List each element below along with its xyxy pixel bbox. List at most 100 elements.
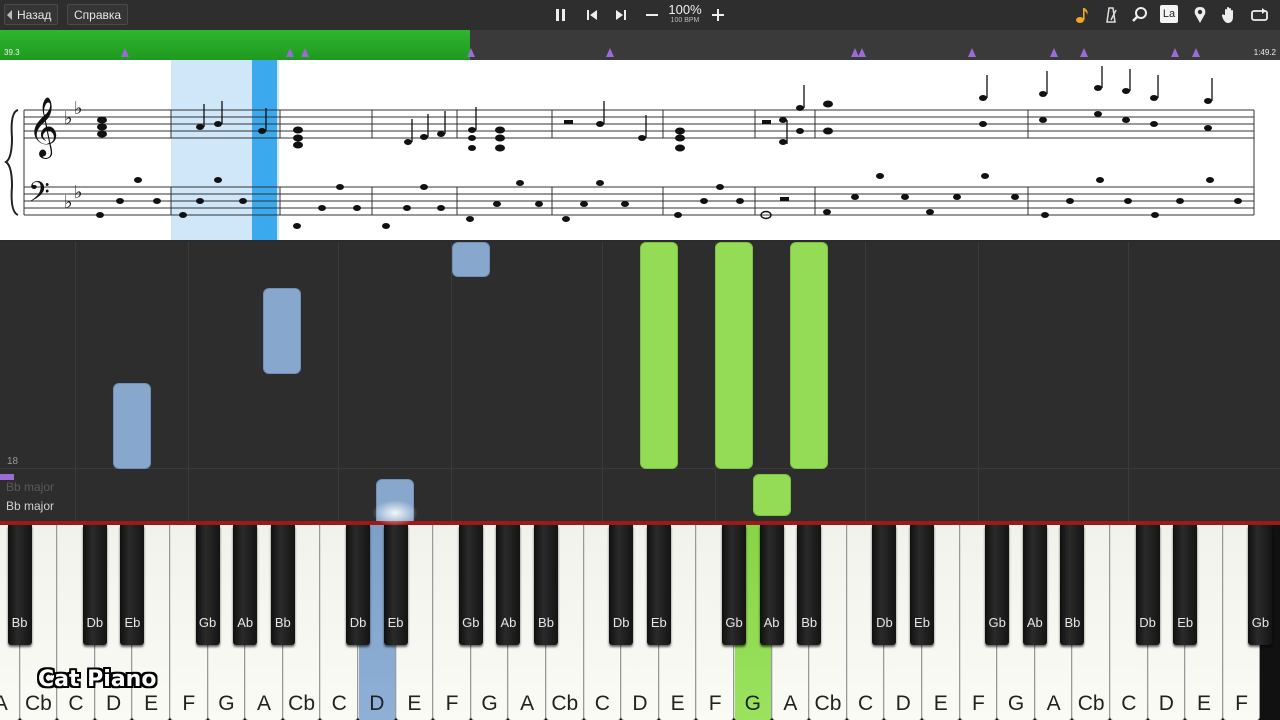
top-toolbar: Назад Справка 100% 100 BPM La — [0, 0, 1280, 31]
falling-note — [452, 242, 490, 277]
black-key-label: Bb — [274, 615, 291, 630]
black-key[interactable]: Eb — [120, 525, 145, 645]
black-key[interactable]: Eb — [910, 525, 934, 645]
black-key-label: Db — [612, 615, 630, 630]
white-key-label: E — [933, 692, 948, 715]
black-key[interactable]: Eb — [646, 525, 671, 645]
white-key-label: C — [858, 692, 874, 715]
bookmark-marker[interactable] — [1192, 48, 1200, 57]
white-key-label: D — [895, 692, 911, 715]
bookmark-marker[interactable] — [858, 48, 866, 57]
black-key[interactable]: Ab — [759, 525, 784, 645]
white-key-label: F — [708, 692, 722, 715]
speed-bpm: 100 BPM — [670, 17, 700, 24]
white-key-label: D — [1158, 692, 1174, 715]
black-key-label: Bb — [11, 615, 28, 630]
white-key-label: D — [106, 692, 122, 715]
black-key-label: Eb — [914, 615, 930, 630]
black-key-label: Gb — [988, 615, 1006, 630]
black-key[interactable]: Bb — [1060, 525, 1085, 645]
skip-back-icon[interactable] — [582, 5, 602, 25]
black-key-label: Db — [86, 615, 104, 630]
bookmark-marker[interactable] — [301, 48, 309, 57]
white-key-label: E — [670, 692, 685, 715]
white-key-label: G — [481, 692, 498, 715]
white-key-label: C — [1121, 692, 1137, 715]
black-key-label: Eb — [124, 615, 141, 630]
key-signature-ghost: Bb major — [6, 480, 55, 494]
black-key[interactable]: Gb — [458, 525, 483, 645]
black-key[interactable]: Gb — [195, 525, 220, 645]
song-progress-bar[interactable]: 39.3 1:49.2 — [0, 30, 1280, 60]
octave-gridline — [451, 242, 452, 522]
sheet-music-panel[interactable]: 𝄞 𝄢 ♭ ♭ ♭ ♭ — [0, 60, 1280, 240]
bookmark-marker[interactable] — [121, 48, 129, 57]
black-key[interactable]: Ab — [1022, 525, 1047, 645]
black-key[interactable]: Eb — [383, 525, 408, 645]
sheet-music-staff: 𝄞 𝄢 ♭ ♭ ♭ ♭ — [4, 60, 1255, 240]
pause-icon[interactable] — [551, 5, 571, 25]
label-icon[interactable]: La — [1160, 5, 1180, 25]
octave-gridline — [338, 242, 339, 522]
black-key[interactable]: Db — [82, 525, 107, 645]
white-key-label: F — [1235, 692, 1248, 715]
white-key-label: G — [218, 692, 235, 715]
octave-gridline — [1128, 242, 1129, 522]
black-key[interactable]: Bb — [270, 525, 295, 645]
speed-plus-icon[interactable] — [708, 5, 728, 25]
help-button[interactable]: Справка — [67, 4, 129, 25]
black-key-label: Bb — [801, 615, 818, 630]
black-key[interactable]: Bb — [797, 525, 822, 645]
black-key[interactable]: Ab — [233, 525, 258, 645]
black-key[interactable]: Db — [609, 525, 634, 645]
bookmark-marker[interactable] — [1080, 48, 1088, 57]
white-key-label: Cb — [24, 692, 52, 715]
black-key-label: Ab — [763, 615, 780, 630]
octave-gridline — [188, 242, 189, 522]
black-key-label: Gb — [198, 615, 217, 630]
white-key-label: G — [1007, 692, 1025, 715]
loop-icon[interactable] — [1249, 5, 1269, 25]
octave-gridline — [978, 242, 979, 522]
black-key[interactable]: Db — [1135, 525, 1160, 645]
black-key-label: Ab — [1026, 615, 1043, 630]
zoom-icon[interactable] — [1130, 5, 1150, 25]
total-time: 1:49.2 — [1253, 48, 1276, 57]
black-key[interactable]: Bb — [534, 525, 558, 645]
white-key-label: C — [331, 692, 347, 715]
white-key-label: A — [0, 692, 8, 715]
black-key[interactable]: Db — [872, 525, 897, 645]
white-key-label: Cb — [288, 692, 316, 715]
black-key-label: Eb — [1177, 615, 1194, 630]
black-key[interactable]: Eb — [1173, 525, 1198, 645]
black-key[interactable]: Gb — [722, 525, 746, 645]
white-key-label: D — [369, 692, 385, 715]
speed-minus-icon[interactable] — [642, 5, 662, 25]
watermark: Cat Piano — [38, 667, 157, 692]
location-icon[interactable] — [1190, 5, 1210, 25]
bookmark-marker[interactable] — [467, 48, 475, 57]
playhead-cursor — [252, 60, 277, 240]
black-key[interactable]: Db — [346, 525, 370, 645]
black-key[interactable]: Bb — [7, 525, 32, 645]
bookmark-marker[interactable] — [1050, 48, 1058, 57]
black-key[interactable]: Gb — [985, 525, 1010, 645]
svg-text:♭: ♭ — [64, 192, 73, 213]
hand-icon[interactable] — [1219, 5, 1239, 25]
piano-keyboard[interactable]: A Cb C D E F G A Cb C D E F G A Cb C D E F G A Cb C D E F G A Cb C D E F B… — [0, 525, 1280, 720]
note-icon[interactable] — [1072, 5, 1092, 25]
black-key[interactable]: Gb — [1248, 525, 1273, 645]
bookmark-marker[interactable] — [606, 48, 614, 57]
bookmark-marker[interactable] — [968, 48, 976, 57]
back-button[interactable]: Назад — [4, 4, 59, 25]
bookmark-marker[interactable] — [1171, 48, 1179, 57]
white-key-label: A — [1046, 692, 1061, 715]
measure-number: 18 — [7, 456, 19, 467]
white-key-label: E — [407, 692, 422, 715]
skip-forward-icon[interactable] — [611, 5, 631, 25]
black-key-label: Gb — [725, 615, 743, 630]
metronome-icon[interactable] — [1101, 5, 1121, 25]
bookmark-marker[interactable] — [286, 48, 294, 57]
black-key[interactable]: Ab — [496, 525, 521, 645]
label-icon-text: La — [1160, 5, 1178, 23]
